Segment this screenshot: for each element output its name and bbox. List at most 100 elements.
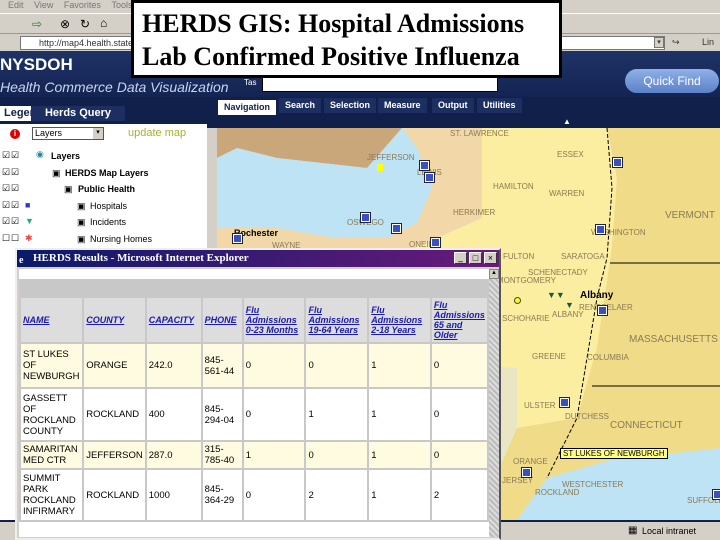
cell: 1: [367, 342, 432, 389]
checkbox[interactable]: ☑: [11, 200, 19, 211]
map-label: JEFFERSON: [367, 153, 415, 162]
tree-item-herds-map-layers[interactable]: HERDS Map Layers: [65, 168, 149, 178]
chevron-down-icon: ▾: [93, 128, 103, 139]
tree-item-layers[interactable]: Layers: [51, 151, 80, 161]
globe-icon: ◉: [36, 149, 44, 159]
cell: 845-294-04: [200, 387, 244, 442]
tab-selection[interactable]: Selection: [324, 98, 377, 113]
tree-item-public-health[interactable]: Public Health: [78, 184, 135, 194]
tab-measure[interactable]: Measure: [378, 98, 427, 113]
col-county[interactable]: COUNTY: [82, 296, 147, 344]
hospital-icon[interactable]: [521, 467, 532, 478]
checkbox[interactable]: ☑: [2, 200, 10, 211]
col-capacity[interactable]: CAPACITY: [144, 296, 203, 344]
tab-search[interactable]: Search: [279, 98, 322, 113]
cell: GASSETT OF ROCKLAND COUNTY: [18, 387, 85, 442]
cell: 0: [429, 342, 490, 389]
hospital-icon[interactable]: [597, 305, 608, 316]
map-label: VERMONT: [665, 210, 715, 221]
checkbox[interactable]: ☑: [2, 216, 10, 227]
map-label: SARATOGA: [561, 252, 605, 261]
cell: 400: [144, 387, 203, 442]
cell: 315-785-40: [200, 440, 244, 470]
cell: 0: [241, 342, 307, 389]
col-flu-0-23-months[interactable]: Flu Admissions 0-23 Months: [241, 296, 307, 344]
col-phone[interactable]: PHONE: [200, 296, 244, 344]
address-dropdown-icon[interactable]: ▾: [654, 37, 664, 48]
cell: 0: [429, 440, 490, 470]
scrollbar[interactable]: ▲: [489, 269, 499, 537]
map-label: Albany: [580, 290, 614, 301]
hospital-icon[interactable]: [595, 224, 606, 235]
tab-herds-query[interactable]: Herds Query: [31, 106, 125, 121]
scroll-up-icon[interactable]: ▲: [489, 269, 499, 279]
hospital-icon[interactable]: [559, 397, 570, 408]
col-flu-65-older[interactable]: Flu Admissions 65 and Older: [429, 296, 490, 344]
close-button[interactable]: ×: [484, 252, 497, 264]
zone-label: Local intranet: [642, 526, 697, 536]
info-icon[interactable]: i: [10, 129, 20, 139]
search-input[interactable]: [262, 77, 498, 92]
menu-edit[interactable]: Edit: [8, 0, 24, 10]
results-header-band: [19, 279, 489, 296]
pin-icon[interactable]: ▼▼: [547, 290, 565, 300]
minimize-button[interactable]: _: [454, 252, 467, 264]
checkbox[interactable]: ☑: [11, 216, 19, 227]
maximize-button[interactable]: □: [469, 252, 482, 264]
tree-item-nursing-homes[interactable]: Nursing Homes: [90, 234, 152, 244]
hospital-icon[interactable]: [712, 489, 720, 500]
col-flu-19-64-years[interactable]: Flu Admissions 19-64 Years: [304, 296, 370, 344]
cell: SAMARITAN MED CTR: [18, 440, 85, 470]
hospital-icon[interactable]: [391, 223, 402, 234]
pin-icon[interactable]: ▼: [565, 300, 574, 310]
quick-find-button[interactable]: Quick Find: [625, 69, 719, 93]
hospital-icon[interactable]: [232, 233, 243, 244]
tab-output[interactable]: Output: [432, 98, 474, 113]
update-map-link[interactable]: update map: [128, 127, 186, 139]
checkbox[interactable]: ☑: [11, 167, 19, 178]
checkbox[interactable]: ☑: [2, 150, 10, 161]
home-icon[interactable]: ⌂: [100, 16, 107, 30]
hospital-icon[interactable]: [424, 172, 435, 183]
col-name[interactable]: NAME: [18, 296, 85, 344]
incident-marker[interactable]: [377, 164, 383, 171]
layer-icon: ▣: [77, 217, 86, 227]
menu-favorites[interactable]: Favorites: [64, 0, 101, 10]
collapse-icon[interactable]: ▲: [563, 117, 571, 126]
checkbox[interactable]: ☑: [2, 167, 10, 178]
menu-tools[interactable]: Tools: [111, 0, 132, 10]
tab-utilities[interactable]: Utilities: [477, 98, 522, 113]
menu-view[interactable]: View: [34, 0, 53, 10]
checkbox[interactable]: ☑: [11, 183, 19, 194]
hospital-icon[interactable]: [430, 237, 441, 248]
nursing-home-icon: ✱: [25, 233, 33, 243]
hospital-icon[interactable]: [360, 212, 371, 223]
cell: 1000: [144, 468, 203, 522]
results-table: NAME COUNTY CAPACITY PHONE Flu Admission…: [18, 296, 490, 522]
checkbox[interactable]: ☐: [2, 233, 10, 244]
layer-icon: ▣: [77, 234, 86, 244]
checkbox[interactable]: ☑: [11, 150, 19, 161]
hospital-icon: ■: [25, 200, 31, 210]
stop-icon[interactable]: ⊗: [60, 17, 70, 31]
links-label[interactable]: Lin: [702, 37, 714, 47]
forward-icon[interactable]: ⇨: [32, 17, 42, 31]
hospital-icon[interactable]: [419, 160, 430, 171]
incident-marker[interactable]: [514, 297, 521, 304]
cell: 242.0: [144, 342, 203, 389]
checkbox[interactable]: ☐: [11, 233, 19, 244]
hospital-icon[interactable]: [612, 157, 623, 168]
col-flu-2-18-years[interactable]: Flu Admissions 2-18 Years: [367, 296, 432, 344]
search-label: Tas: [244, 78, 257, 87]
go-icon[interactable]: ↪: [672, 37, 680, 48]
tab-navigation[interactable]: Navigation: [218, 100, 277, 115]
tree-item-incidents[interactable]: Incidents: [90, 217, 126, 227]
refresh-icon[interactable]: ↻: [80, 17, 90, 31]
tree-item-hospitals[interactable]: Hospitals: [90, 201, 127, 211]
cell: 0: [241, 468, 307, 522]
map-label: ULSTER: [524, 401, 556, 410]
checkbox[interactable]: ☑: [2, 183, 10, 194]
layer-select[interactable]: Layers ▾: [32, 127, 104, 140]
window-titlebar[interactable]: e HERDS Results - Microsoft Internet Exp…: [17, 250, 499, 267]
map-label: MASSACHUSETTS: [629, 334, 718, 345]
